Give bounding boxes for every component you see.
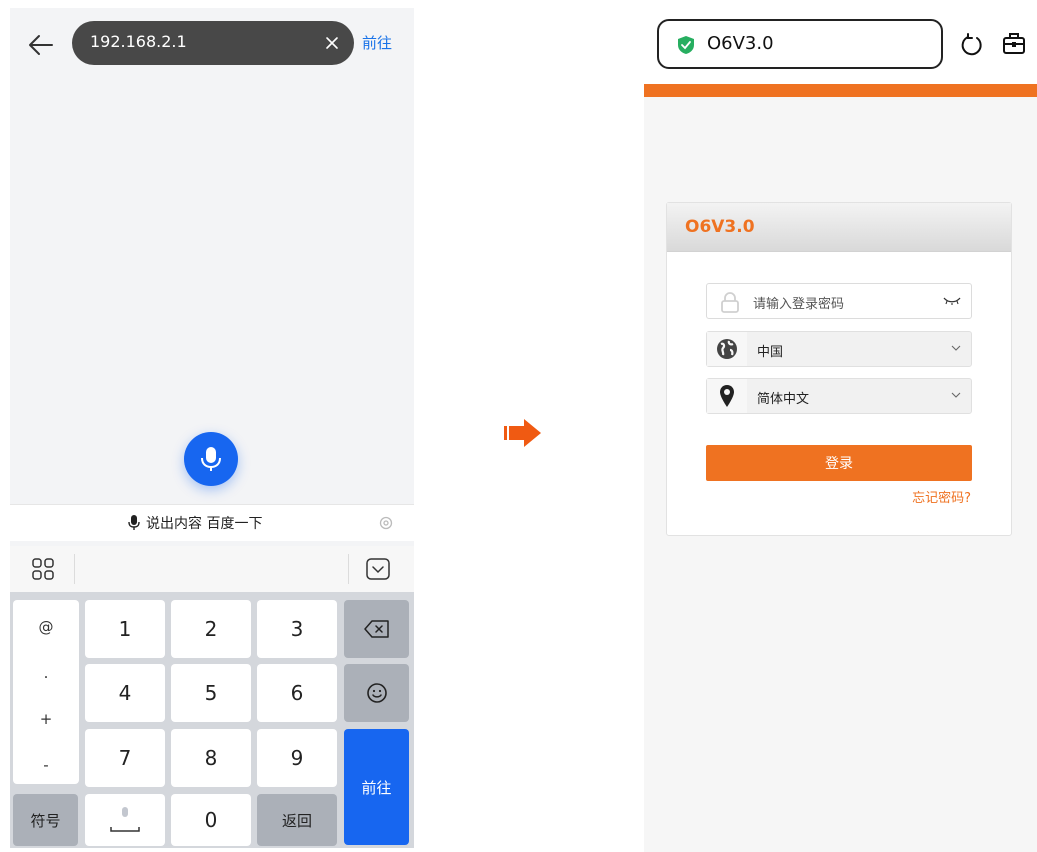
key-3[interactable]: 3: [257, 600, 337, 658]
microphone-icon: [201, 447, 221, 471]
url-input[interactable]: 192.168.2.1: [72, 21, 354, 65]
key-4[interactable]: 4: [85, 664, 165, 722]
numeric-keyboard: @ . + - 1 2 3 4 5 6 7 8 9 前往 符号 0 返回: [10, 592, 414, 848]
symbol-key[interactable]: 符号: [13, 794, 78, 846]
keyboard-toolbar: [10, 546, 414, 592]
key-plus[interactable]: +: [13, 710, 79, 728]
clear-url-button[interactable]: [322, 33, 342, 53]
arrow-right-icon: [504, 419, 541, 447]
key-minus[interactable]: -: [13, 756, 79, 774]
card-header: O6V3.0: [667, 203, 1011, 252]
password-input[interactable]: 请输入登录密码: [706, 283, 972, 319]
shield-check-icon: [678, 36, 694, 54]
address-bar[interactable]: O6V3.0: [657, 19, 943, 69]
enter-go-key[interactable]: 前往: [344, 729, 409, 845]
emoji-key[interactable]: [344, 664, 409, 722]
lock-icon: [721, 292, 739, 313]
login-card: O6V3.0 请输入登录密码 中国 简体中文 登录 忘记密码?: [666, 202, 1012, 536]
password-placeholder: 请输入登录密码: [753, 297, 845, 312]
chevron-down-icon: [951, 345, 961, 351]
backspace-icon: [363, 620, 389, 638]
symbol-column: @ . + -: [13, 600, 79, 784]
eye-closed-icon[interactable]: [943, 295, 961, 305]
back-key[interactable]: 返回: [257, 794, 337, 846]
reload-icon[interactable]: [960, 33, 984, 57]
address-bar: 192.168.2.1 前往: [10, 8, 414, 78]
toolbar-divider: [348, 554, 349, 584]
region-icon-box: [707, 332, 747, 366]
browser-toolbar: O6V3.0: [644, 8, 1037, 84]
key-8[interactable]: 8: [171, 729, 251, 787]
voice-input-bar: 说出内容 百度一下: [10, 504, 414, 541]
language-select[interactable]: 简体中文: [706, 378, 972, 414]
chevron-down-icon: [951, 392, 961, 398]
voice-hint-text: 说出内容 百度一下: [146, 516, 263, 532]
forgot-password-link[interactable]: 忘记密码?: [912, 487, 971, 506]
back-button[interactable]: [24, 30, 56, 60]
key-2[interactable]: 2: [171, 600, 251, 658]
key-1[interactable]: 1: [85, 600, 165, 658]
toolbar-divider: [74, 554, 75, 584]
region-value: 中国: [757, 345, 784, 360]
key-0[interactable]: 0: [171, 794, 251, 846]
key-at[interactable]: @: [13, 618, 79, 636]
phone-browser-input-screen: 192.168.2.1 前往 说出内容 百度一下 @ . + - 1 2 3 4…: [10, 8, 414, 848]
language-value: 简体中文: [757, 392, 810, 407]
space-bar-icon: [110, 807, 140, 832]
url-input-value: 192.168.2.1: [90, 32, 187, 51]
arrow-left-icon: [29, 35, 53, 55]
close-icon: [326, 37, 338, 49]
go-button[interactable]: 前往: [362, 32, 392, 53]
region-select[interactable]: 中国: [706, 331, 972, 367]
gear-icon[interactable]: [378, 515, 394, 531]
key-7[interactable]: 7: [85, 729, 165, 787]
key-dot[interactable]: .: [13, 664, 79, 682]
emoji-icon: [366, 683, 387, 703]
location-pin-icon: [720, 385, 734, 407]
voice-hint[interactable]: 说出内容 百度一下: [128, 513, 262, 533]
backspace-key[interactable]: [344, 600, 409, 658]
language-icon-box: [707, 379, 747, 413]
microphone-icon: [128, 515, 140, 530]
key-9[interactable]: 9: [257, 729, 337, 787]
key-5[interactable]: 5: [171, 664, 251, 722]
grid-icon[interactable]: [32, 558, 54, 580]
tabs-icon[interactable]: [1002, 32, 1026, 56]
brand-bar: [644, 84, 1037, 97]
address-title: O6V3.0: [707, 33, 774, 54]
space-key[interactable]: [85, 794, 165, 846]
voice-search-button[interactable]: [184, 432, 238, 486]
globe-icon: [717, 339, 737, 359]
login-button[interactable]: 登录: [706, 445, 972, 481]
router-login-screen: O6V3.0 O6V3.0 请输入登录密码 中国 简体中文 登录 忘记密码?: [644, 8, 1037, 852]
key-6[interactable]: 6: [257, 664, 337, 722]
card-title: O6V3.0: [685, 217, 755, 237]
chevron-down-icon[interactable]: [366, 558, 390, 580]
